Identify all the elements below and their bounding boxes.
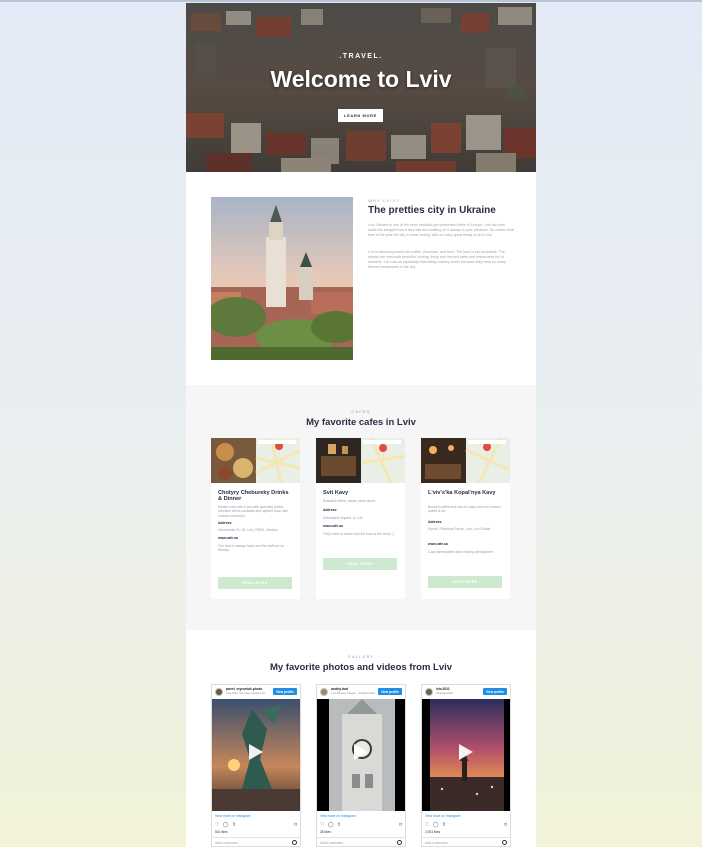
- cafe-image: [421, 438, 510, 483]
- view-profile-button[interactable]: View profile: [378, 688, 402, 695]
- hero-kicker: .TRAVEL.: [339, 53, 383, 60]
- window-top-border: [0, 0, 702, 2]
- view-profile-button[interactable]: View profile: [483, 688, 507, 695]
- learn-more-button[interactable]: LEARN MORE: [338, 109, 383, 122]
- read-more-button[interactable]: READ MORE: [218, 577, 292, 589]
- post-action-icons[interactable]: ♡ ◯ ⇧: [215, 822, 237, 828]
- instagram-icon: [397, 840, 402, 845]
- avatar[interactable]: [215, 688, 223, 696]
- cafe-website-link[interactable]: www.cafe.ua: [218, 536, 238, 540]
- cafe-note: The food is always tasty and the staff a…: [218, 544, 285, 553]
- cafe-description: Modern city cafe & bar with specialty dr…: [218, 505, 289, 518]
- view-more-link[interactable]: View more on Instagram: [425, 814, 461, 818]
- cafe-description: Roasted coffee, cakes, tasty decor.: [323, 499, 376, 503]
- cafe-name: Svit Kavy: [323, 490, 349, 496]
- page: .TRAVEL. Welcome to Lviv LEARN MORE WHY …: [186, 3, 536, 847]
- view-more-link[interactable]: View more on Instagram: [320, 814, 356, 818]
- post-likes: 38 likes: [320, 830, 331, 834]
- cafes-kicker: CAFES: [351, 409, 371, 414]
- comment-placeholder: Add a comment...: [425, 841, 450, 845]
- cafe-address: Horodotska St, 15, Lviv, 79000, Ukraine: [218, 528, 278, 532]
- post-likes: 2,003 likes: [425, 830, 441, 834]
- view-profile-button[interactable]: View profile: [273, 688, 297, 695]
- cafe-address: Rynok, Ploshcha Rynok, Lviv, Lviv Oblast: [428, 527, 491, 531]
- gallery-kicker: GALLERY: [347, 654, 375, 659]
- bookmark-icon[interactable]: ⌑: [294, 822, 297, 828]
- post-header: andriy.bud Lviv-Photos-Travels · Origina…: [317, 685, 405, 699]
- cafe-card: Svit Kavy Roasted coffee, cakes, tasty d…: [316, 438, 405, 599]
- instagram-icon: [502, 840, 507, 845]
- post-subtitle: Lviv-Photos-Travels · Original audio: [331, 691, 375, 695]
- comment-placeholder: Add a comment...: [320, 841, 345, 845]
- cafe-address: Katedralna Square, 6, Lviv: [323, 516, 363, 520]
- cafe-card: Chotyry Chebureky Drinks & Dinner Modern…: [211, 438, 300, 599]
- post-likes: 510 likes: [215, 830, 228, 834]
- post-header: pavel_myroniuk.photo Lviv, Kiev, UA. Vie…: [212, 685, 300, 699]
- instagram-post: andriy.bud Lviv-Photos-Travels · Origina…: [316, 684, 406, 847]
- bookmark-icon[interactable]: ⌑: [504, 822, 507, 828]
- cafe-description: Brewed coffee and lots of crazy cool one…: [428, 505, 501, 514]
- gallery-title: My favorite photos and videos from Lviv: [269, 662, 453, 673]
- instagram-post: pavel_myroniuk.photo Lviv, Kiev, UA. Vie…: [211, 684, 301, 847]
- avatar[interactable]: [425, 688, 433, 696]
- read-more-button[interactable]: READ MORE: [428, 576, 502, 588]
- cafe-note: Cozy atmosphere and relaxing atmosphere.: [428, 550, 494, 554]
- view-more-link[interactable]: View more on Instagram: [215, 814, 251, 818]
- about-paragraph-2: Lviv is famously known for coffee, choco…: [368, 250, 506, 269]
- cafe-image: [211, 438, 300, 483]
- post-subtitle: Original audio: [436, 691, 454, 695]
- cafe-image: [316, 438, 405, 483]
- address-label: Address:: [323, 508, 338, 512]
- about-kicker: WHY LVIV?: [368, 198, 400, 203]
- comment-box[interactable]: Add a comment...: [422, 837, 510, 846]
- bookmark-icon[interactable]: ⌑: [399, 822, 402, 828]
- address-label: Address:: [428, 520, 443, 524]
- post-video[interactable]: [422, 699, 510, 811]
- cafes-title: My favorite cafes in Lviv: [306, 417, 416, 428]
- address-label: Address:: [218, 521, 233, 525]
- post-action-icons[interactable]: ♡ ◯ ⇧: [425, 822, 447, 828]
- play-icon[interactable]: [354, 744, 368, 760]
- play-icon[interactable]: [249, 744, 263, 760]
- post-action-icons[interactable]: ♡ ◯ ⇧: [320, 822, 342, 828]
- instagram-post: lviv.2011 Original audio View profile Vi…: [421, 684, 511, 847]
- about-paragraph-1: Lviv, Ukraine is one of the most beautif…: [368, 223, 515, 237]
- town-hall-photo: [211, 197, 353, 360]
- post-header: lviv.2011 Original audio View profile: [422, 685, 510, 699]
- comment-box[interactable]: Add a comment...: [317, 837, 405, 846]
- cafe-website-link[interactable]: www.cafe.ua: [323, 524, 343, 528]
- read-more-button[interactable]: READ MORE: [323, 558, 397, 570]
- comment-box[interactable]: Add a comment...: [212, 837, 300, 846]
- comment-placeholder: Add a comment...: [215, 841, 240, 845]
- instagram-icon: [292, 840, 297, 845]
- cafe-website-link[interactable]: www.cafe.ua: [428, 542, 448, 546]
- post-video[interactable]: [317, 699, 405, 811]
- hero-title: Welcome to Lviv: [270, 66, 452, 92]
- post-subtitle: Lviv, Kiev, UA. View saved post: [226, 691, 265, 695]
- about-title: The pretties city in Ukraine: [368, 205, 496, 216]
- cafe-name: L'viv's'ka Kopal'nya Kavy: [428, 490, 496, 496]
- cafe-note: They roast in-house and the food is the …: [323, 532, 394, 536]
- avatar[interactable]: [320, 688, 328, 696]
- play-icon[interactable]: [459, 744, 473, 760]
- cafe-name: Chotyry Chebureky Drinks & Dinner: [218, 490, 289, 502]
- cafe-card: L'viv's'ka Kopal'nya Kavy Brewed coffee …: [421, 438, 510, 599]
- post-video[interactable]: [212, 699, 300, 811]
- hero-section: .TRAVEL. Welcome to Lviv LEARN MORE: [186, 3, 536, 172]
